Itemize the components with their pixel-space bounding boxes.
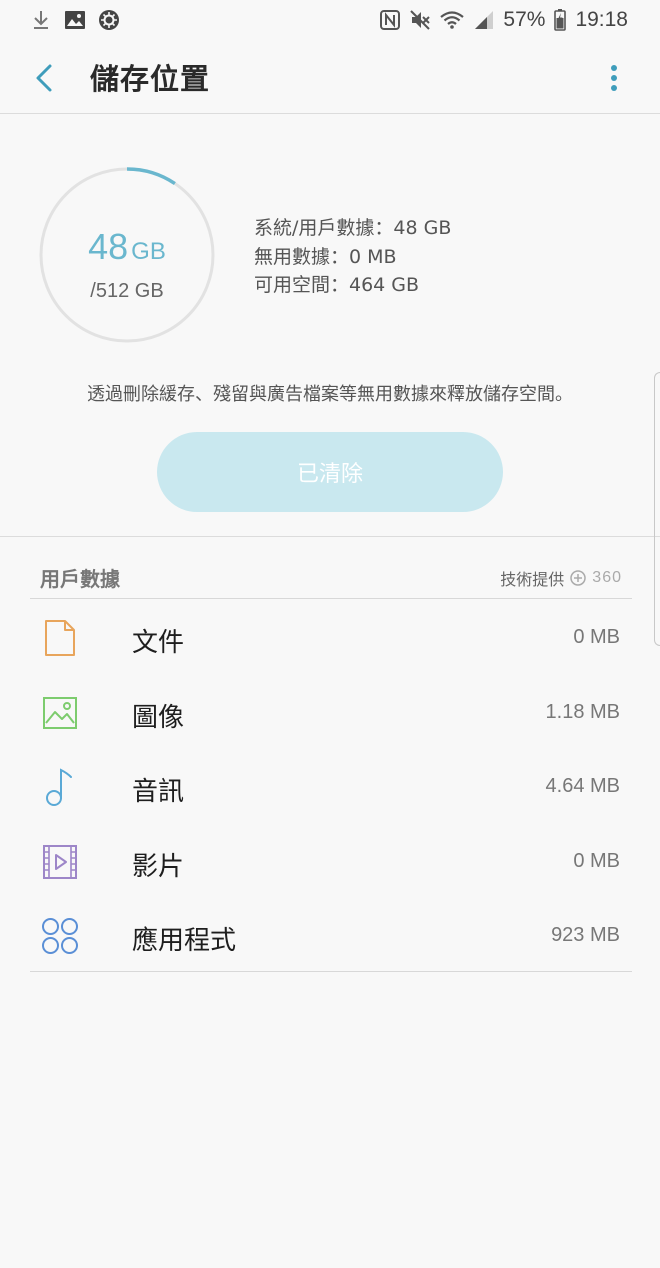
total-storage: /512 GB [90, 280, 164, 302]
chevron-left-icon [36, 64, 52, 92]
more-vertical-icon [611, 65, 617, 91]
category-size: 0 MB [573, 626, 620, 648]
document-icon [40, 618, 80, 658]
used-storage-unit: GB [131, 238, 166, 265]
provider-label: 技術提供 [500, 570, 565, 589]
battery-icon [553, 9, 567, 31]
category-label: 圖像 [132, 702, 185, 733]
list-bottom-line [30, 971, 632, 972]
video-icon [40, 842, 80, 882]
gallery-icon [64, 9, 86, 31]
wifi-icon [439, 9, 465, 31]
section-divider [0, 536, 660, 537]
cleaned-button[interactable]: 已清除 [157, 432, 503, 512]
category-row-videos[interactable]: 影片 0 MB [0, 824, 660, 899]
storage-usage-arc [126, 167, 176, 186]
provider-360-logo-icon [570, 570, 587, 586]
category-label: 應用程式 [132, 926, 237, 956]
category-size: 4.64 MB [545, 775, 620, 797]
signal-icon [473, 9, 495, 31]
category-label: 音訊 [132, 777, 185, 807]
system-user-data-line: 系統/用戶數據：48 GB [254, 217, 452, 239]
user-data-section-title: 用戶數據 [40, 567, 120, 591]
download-icon [30, 9, 52, 31]
used-storage: 48 GB [38, 226, 216, 268]
app-bar: 儲存位置 [0, 40, 660, 114]
category-size: 1.18 MB [545, 700, 620, 723]
mute-icon [409, 9, 431, 31]
junk-data-line: 無用數據：0 MB [254, 245, 397, 268]
category-list: 文件 0 MB 圖像 1.18 MB 音訊 4.64 MB 影片 0 MB 應用… [0, 600, 660, 973]
settings-badge-icon [98, 9, 120, 31]
category-size: 923 MB [551, 924, 620, 946]
status-bar-right: 57% 19:18 [379, 8, 628, 32]
category-size: 0 MB [573, 849, 620, 872]
category-label: 文件 [132, 628, 185, 658]
nfc-icon [379, 9, 401, 31]
category-row-apps[interactable]: 應用程式 923 MB [0, 898, 660, 973]
cleanup-hint: 透過刪除緩存、殘留與廣告檔案等無用數據來釋放儲存空間。 [87, 384, 573, 405]
back-button[interactable] [26, 60, 62, 96]
battery-percentage: 57% [503, 8, 546, 31]
category-label: 影片 [132, 851, 185, 882]
used-storage-value: 48 [88, 226, 129, 267]
available-space-line: 可用空間：464 GB [254, 274, 420, 296]
category-row-documents[interactable]: 文件 0 MB [0, 600, 660, 675]
category-row-audio[interactable]: 音訊 4.64 MB [0, 749, 660, 824]
status-bar-left [30, 9, 120, 31]
clock: 19:18 [575, 8, 628, 31]
music-note-icon [40, 767, 80, 807]
provider-logo-text: 360 [592, 569, 622, 586]
provider-credit: 技術提供 360 [500, 566, 622, 590]
storage-details: 系統/用戶數據：48 GB 無用數據：0 MB 可用空間：464 GB [254, 214, 451, 300]
header-line [30, 598, 632, 599]
apps-icon [40, 916, 80, 956]
page-title: 儲存位置 [90, 62, 211, 96]
status-bar: 57% 19:18 [0, 0, 660, 40]
category-row-images[interactable]: 圖像 1.18 MB [0, 675, 660, 750]
image-icon [40, 693, 80, 733]
more-options-button[interactable] [602, 62, 626, 94]
scroll-indicator[interactable] [654, 372, 660, 646]
